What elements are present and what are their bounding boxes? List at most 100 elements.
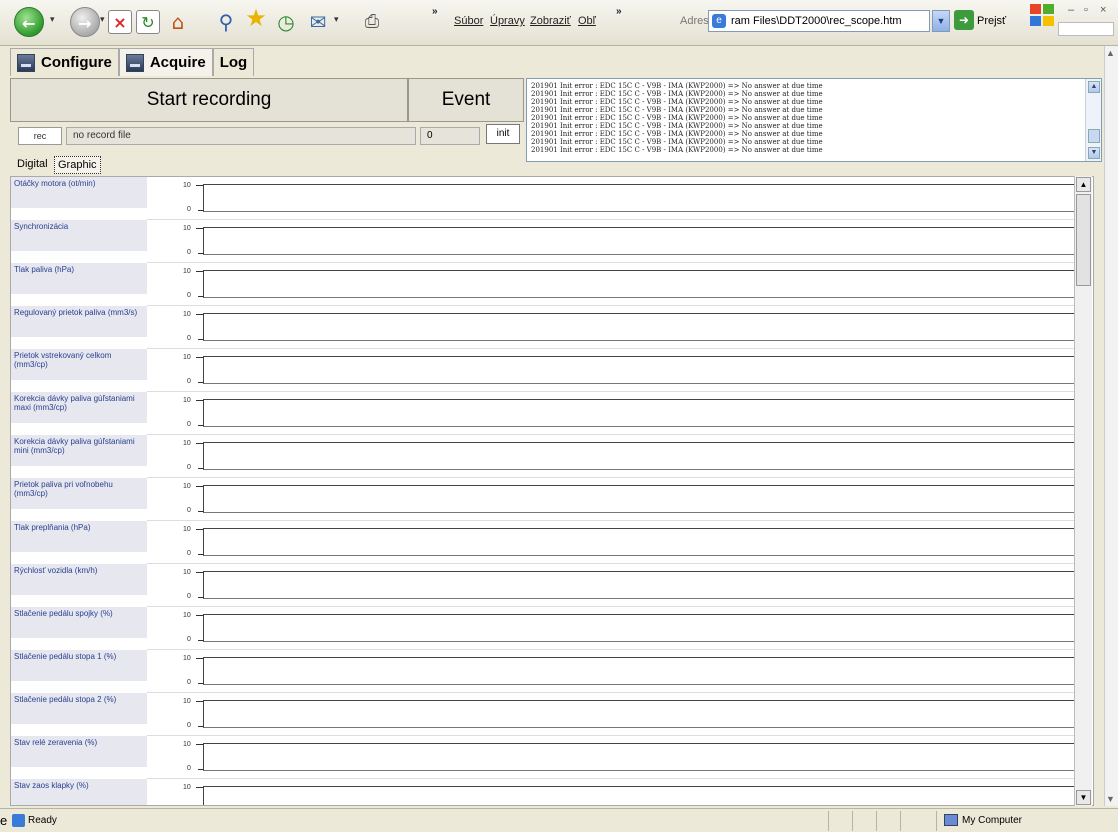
mail-icon[interactable]: ✉: [306, 10, 330, 34]
forward-dropdown-icon[interactable]: ▾: [100, 15, 105, 25]
history-icon[interactable]: ◷: [274, 10, 298, 34]
tick-min-label: 0: [187, 292, 191, 299]
channel-label: Stlačenie pedálu stopa 1 (%): [11, 650, 147, 693]
back-dropdown-icon[interactable]: ▾: [50, 15, 55, 25]
tick-max-label: 10: [183, 311, 191, 318]
status-text: Ready: [28, 815, 57, 826]
close-icon[interactable]: ×: [1100, 4, 1106, 16]
graph-row: Rýchlosť vozidla (km/h) 10 0: [11, 564, 1075, 607]
channel-label: Synchronizácia: [11, 220, 147, 263]
go-button[interactable]: Prejsť: [977, 15, 1006, 27]
graph-row: Stlačenie pedálu stopa 1 (%) 10 0: [11, 650, 1075, 693]
log-scrollbar[interactable]: ▲ ▼: [1085, 79, 1101, 161]
log-line: 201901 Init error : EDC 15C C - V9B - IM…: [531, 146, 823, 154]
tick-max-label: 10: [183, 526, 191, 533]
page-scrollbar[interactable]: ▲ ▼: [1104, 46, 1118, 806]
tick-min-label: 0: [187, 593, 191, 600]
address-dropdown-icon[interactable]: ▼: [932, 10, 950, 32]
graph-scroll-down-icon[interactable]: ▼: [1076, 790, 1091, 805]
tick-max-label: 10: [183, 182, 191, 189]
address-field[interactable]: e ram Files\DDT2000\rec_scope.htm: [708, 10, 930, 32]
page-scroll-up-icon[interactable]: ▲: [1106, 48, 1115, 58]
mail-dropdown-icon[interactable]: ▾: [334, 15, 339, 25]
tick-min-label: 0: [187, 421, 191, 428]
tick-max-label: 10: [183, 268, 191, 275]
log-scroll-down-icon[interactable]: ▼: [1088, 147, 1100, 159]
tick-min-label: 0: [187, 507, 191, 514]
tick-max-label: 10: [183, 440, 191, 447]
start-recording-button[interactable]: Start recording: [10, 78, 408, 122]
go-arrow-icon[interactable]: ➜: [954, 10, 974, 30]
security-zone: My Computer: [962, 815, 1023, 826]
channel-label: Prietok paliva pri voľnobehu (mm3/cp): [11, 478, 147, 521]
forward-button[interactable]: →: [70, 7, 100, 37]
channel-plot: [196, 657, 1075, 685]
main-tabs: Configure Acquire Log: [10, 48, 255, 76]
channel-label: Korekcia dávky paliva gúľstaniami mini (…: [11, 435, 147, 478]
log-line: 201901 Init error : EDC 15C C - V9B - IM…: [531, 114, 823, 122]
menu-favorites[interactable]: Obľ: [578, 15, 596, 27]
tick-min-label: 0: [187, 765, 191, 772]
channel-plot: [196, 227, 1075, 255]
status-divider: [936, 811, 937, 831]
tick-max-label: 10: [183, 655, 191, 662]
tick-min-label: 0: [187, 550, 191, 557]
subtab-digital[interactable]: Digital: [14, 156, 51, 174]
refresh-icon[interactable]: ↻: [136, 10, 160, 34]
tick-min-label: 0: [187, 249, 191, 256]
channel-label: Stlačenie pedálu spojky (%): [11, 607, 147, 650]
graph-row: Otáčky motora (ot/min) 10 0: [11, 177, 1075, 220]
stop-icon[interactable]: ×: [108, 10, 132, 34]
page-scroll-down-icon[interactable]: ▼: [1106, 794, 1115, 804]
status-divider: [852, 811, 853, 831]
tab-configure[interactable]: Configure: [10, 48, 119, 76]
log-scroll-up-icon[interactable]: ▲: [1088, 81, 1100, 93]
back-arrow-icon: ←: [22, 14, 36, 33]
channel-label: Stlačenie pedálu stopa 2 (%): [11, 693, 147, 736]
tab-acquire[interactable]: Acquire: [118, 48, 213, 76]
menu-view[interactable]: Zobraziť: [530, 15, 571, 27]
status-bar: e Ready My Computer: [0, 808, 1118, 832]
search-icon[interactable]: ⚲: [214, 10, 238, 34]
graph-row: Stav relé zeravenia (%) 10 0: [11, 736, 1075, 779]
channel-label: Regulovaný prietok paliva (mm3/s): [11, 306, 147, 349]
restore-icon[interactable]: ▫: [1084, 4, 1088, 16]
graph-row: Korekcia dávky paliva gúľstaniami maxi (…: [11, 392, 1075, 435]
favorites-star-icon[interactable]: ★: [244, 6, 268, 30]
status-prefix: e: [0, 813, 8, 828]
channel-label: Stav zaos klapky (%): [11, 779, 147, 805]
channel-plot: [196, 571, 1075, 599]
tick-max-label: 10: [183, 354, 191, 361]
graph-panel: Otáčky motora (ot/min) 10 0 Synchronizácia 1…: [10, 176, 1094, 806]
menu-overflow-icon[interactable]: »: [616, 6, 622, 17]
graph-scroll-thumb[interactable]: [1076, 194, 1091, 286]
log-line: 201901 Init error : EDC 15C C - V9B - IM…: [531, 138, 823, 146]
event-log[interactable]: 201901 Init error : EDC 15C C - V9B - IM…: [526, 78, 1102, 162]
menu-file[interactable]: Súbor: [454, 15, 483, 27]
log-scroll-thumb[interactable]: [1088, 129, 1100, 143]
tab-log[interactable]: Log: [212, 48, 255, 76]
tick-max-label: 10: [183, 483, 191, 490]
rec-button[interactable]: rec: [18, 127, 62, 145]
graph-scrollbar[interactable]: ▲ ▼: [1074, 176, 1092, 806]
channel-plot: [196, 700, 1075, 728]
acquire-icon: [125, 53, 144, 72]
menu-edit[interactable]: Úpravy: [490, 15, 525, 27]
channel-plot: [196, 313, 1075, 341]
channel-label: Rýchlosť vozidla (km/h): [11, 564, 147, 607]
print-icon[interactable]: ⎙: [360, 10, 384, 34]
log-line: 201901 Init error : EDC 15C C - V9B - IM…: [531, 90, 823, 98]
status-divider: [828, 811, 829, 831]
minimize-icon[interactable]: –: [1068, 4, 1074, 16]
graph-scroll-up-icon[interactable]: ▲: [1076, 177, 1091, 192]
toolbar-overflow-icon[interactable]: »: [432, 6, 438, 17]
event-button[interactable]: Event: [408, 78, 524, 122]
channel-plot: [196, 743, 1075, 771]
subtab-graphic[interactable]: Graphic: [54, 156, 101, 174]
back-button[interactable]: ←: [14, 7, 44, 37]
home-icon[interactable]: ⌂: [166, 10, 190, 34]
channel-plot: [196, 184, 1075, 212]
init-button[interactable]: init: [486, 124, 520, 144]
tick-max-label: 10: [183, 784, 191, 791]
page-status-icon: [12, 814, 25, 827]
